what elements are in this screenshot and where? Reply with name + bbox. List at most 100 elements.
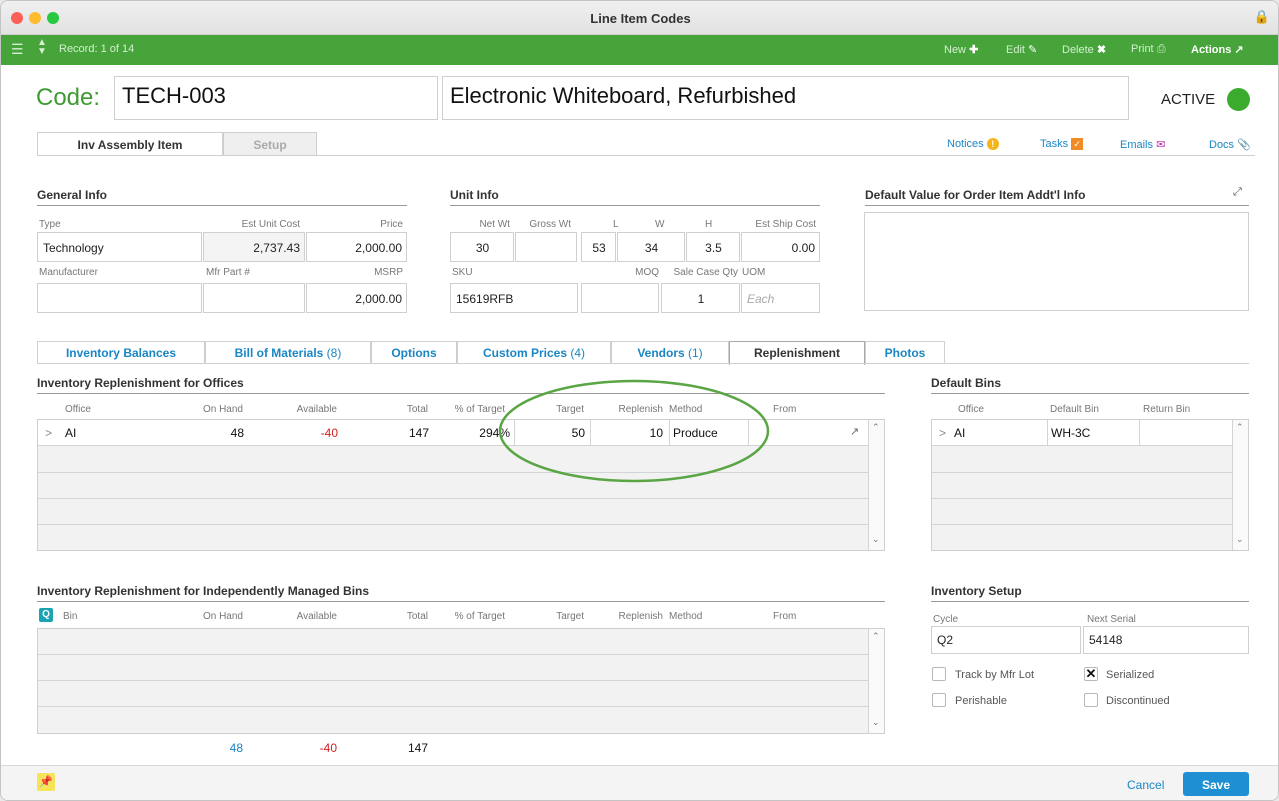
edit-button[interactable]: Edit ✎: [1006, 43, 1037, 56]
printer-icon: ⎙: [1156, 43, 1166, 55]
mfr-part-field[interactable]: [203, 283, 305, 313]
default-bins-grid[interactable]: > AI WH-3C ⌃ ⌄: [931, 419, 1249, 551]
scroll-up-icon[interactable]: ⌃: [1236, 422, 1244, 433]
col-total: Total: [406, 404, 428, 415]
print-button[interactable]: Print ⎙: [1131, 43, 1166, 56]
mcol-target: Target: [556, 611, 584, 622]
est-ship-cost-field[interactable]: 0.00: [741, 232, 820, 262]
scroll-down-icon[interactable]: ⌄: [872, 534, 880, 545]
mcol-bin: Bin: [63, 611, 78, 622]
open-record-icon[interactable]: ↗: [850, 425, 859, 438]
col-office: Office: [65, 404, 91, 415]
bin-office-cell: AI: [954, 426, 966, 440]
code-value: TECH-003: [122, 83, 226, 108]
grid-row-line: [38, 680, 868, 681]
subtab-bill-of-materials[interactable]: Bill of Materials (8): [205, 341, 371, 364]
sku-label: SKU: [452, 267, 473, 278]
actions-button[interactable]: Actions ↗: [1191, 43, 1244, 56]
cycle-field[interactable]: Q2: [931, 626, 1081, 654]
search-icon[interactable]: Q: [39, 608, 53, 622]
notices-label: Notices: [947, 138, 984, 150]
grid-row-line: [932, 472, 1232, 473]
subtab-label: Vendors: [637, 346, 685, 360]
menu-icon[interactable]: ☰: [11, 41, 24, 58]
offices-scrollbar[interactable]: ⌃ ⌄: [868, 420, 884, 550]
default-value-textarea[interactable]: [864, 212, 1249, 311]
record-stepper-icon[interactable]: ▲ ▼: [37, 38, 47, 57]
serialized-checkbox[interactable]: ✕: [1084, 667, 1098, 681]
record-position: Record: 1 of 14: [59, 43, 135, 55]
subtab-options[interactable]: Options: [371, 341, 457, 364]
price-field[interactable]: 2,000.00: [306, 232, 407, 262]
gross-wt-field[interactable]: [515, 232, 577, 262]
general-info-title: General Info: [37, 188, 108, 202]
grid-row-line: [932, 524, 1232, 525]
managed-bins-grid[interactable]: ⌃ ⌄: [37, 628, 885, 734]
row-expand-icon[interactable]: >: [939, 426, 946, 440]
perishable-checkbox[interactable]: [932, 693, 946, 707]
sale-case-qty-field[interactable]: 1: [661, 283, 740, 313]
sku-field[interactable]: 15619RFB: [450, 283, 578, 313]
tab-inv-assembly-item[interactable]: Inv Assembly Item: [37, 132, 223, 156]
table-row[interactable]: > AI WH-3C: [932, 420, 1232, 446]
cancel-button[interactable]: Cancel: [1127, 778, 1164, 792]
manufacturer-field[interactable]: [37, 283, 202, 313]
track-by-mfr-lot-checkbox[interactable]: [932, 667, 946, 681]
row-expand-icon[interactable]: >: [45, 426, 52, 440]
moq-field[interactable]: [581, 283, 659, 313]
net-wt-field[interactable]: 30: [450, 232, 514, 262]
subtab-replenishment[interactable]: Replenishment: [729, 341, 865, 365]
msrp-label: MSRP: [374, 267, 403, 278]
pin-icon[interactable]: 📌: [37, 773, 55, 791]
subtab-inventory-balances[interactable]: Inventory Balances: [37, 341, 205, 364]
emails-link[interactable]: Emails ✉: [1120, 138, 1165, 151]
height-field[interactable]: 3.5: [686, 232, 740, 262]
edit-label: Edit: [1006, 44, 1025, 56]
length-field[interactable]: 53: [581, 232, 616, 262]
uom-field[interactable]: Each: [741, 283, 820, 313]
tasks-link[interactable]: Tasks ✓: [1040, 138, 1084, 150]
footer-bar: [1, 765, 1278, 800]
lock-icon[interactable]: 🔒: [1254, 9, 1270, 25]
bins-scrollbar[interactable]: ⌃ ⌄: [1232, 420, 1248, 550]
subtab-vendors[interactable]: Vendors (1): [611, 341, 729, 364]
scroll-down-icon[interactable]: ⌄: [872, 717, 880, 728]
save-button[interactable]: Save: [1183, 772, 1249, 796]
warning-icon: !: [986, 138, 999, 150]
cycle-label: Cycle: [933, 614, 959, 625]
status-indicator[interactable]: [1227, 88, 1250, 111]
bins-col-office: Office: [958, 404, 984, 415]
scroll-up-icon[interactable]: ⌃: [872, 631, 880, 642]
delete-button[interactable]: Delete ✖: [1062, 43, 1106, 56]
default-value-rule: [865, 205, 1249, 206]
scroll-up-icon[interactable]: ⌃: [872, 422, 880, 433]
return-bin-input[interactable]: [1140, 420, 1232, 446]
docs-link[interactable]: Docs 📎: [1209, 138, 1251, 151]
highlight-ellipse: [498, 379, 770, 483]
expand-icon[interactable]: ⤢: [1233, 186, 1242, 199]
subtab-photos[interactable]: Photos: [865, 341, 945, 364]
total-on-hand: 48: [229, 741, 243, 755]
track-by-mfr-lot-label: Track by Mfr Lot: [955, 669, 1035, 681]
subtab-custom-prices[interactable]: Custom Prices (4): [457, 341, 611, 364]
checkbox-task-icon: ✓: [1071, 138, 1084, 150]
scroll-down-icon[interactable]: ⌄: [1236, 534, 1244, 545]
available-cell: -40: [320, 426, 338, 440]
notices-link[interactable]: Notices !: [947, 138, 999, 150]
tab-setup[interactable]: Setup: [223, 132, 317, 156]
office-cell: AI: [65, 426, 77, 440]
discontinued-checkbox[interactable]: [1084, 693, 1098, 707]
description-field[interactable]: Electronic Whiteboard, Refurbished: [442, 76, 1129, 120]
mcol-from: From: [773, 611, 797, 622]
offices-title: Inventory Replenishment for Offices: [37, 376, 244, 390]
msrp-field[interactable]: 2,000.00: [306, 283, 407, 313]
next-serial-field[interactable]: 54148: [1083, 626, 1249, 654]
w-label: W: [655, 219, 665, 230]
width-field[interactable]: 34: [617, 232, 685, 262]
managed-scrollbar[interactable]: ⌃ ⌄: [868, 629, 884, 733]
type-field[interactable]: Technology: [37, 232, 202, 262]
default-bin-input[interactable]: WH-3C: [1047, 420, 1140, 446]
new-button[interactable]: New ✚: [944, 43, 978, 56]
code-field[interactable]: TECH-003: [114, 76, 438, 120]
bins-col-return-bin: Return Bin: [1143, 404, 1191, 415]
